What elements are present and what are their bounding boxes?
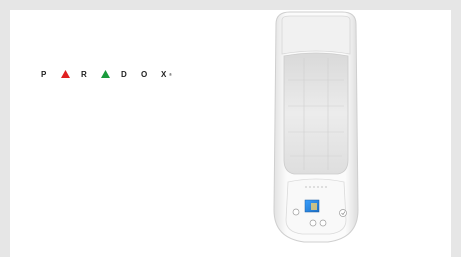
logo-letter-x: X (161, 69, 167, 79)
logo-letter-p: P (41, 69, 47, 79)
logo-letter-d: D (121, 69, 127, 79)
page-background: P R D O X ® (0, 0, 461, 257)
content-panel: P R D O X ® (10, 10, 451, 257)
logo-registered-mark: ® (169, 71, 172, 77)
logo-green-triangle-icon (101, 67, 121, 81)
logo-letter-o: O (141, 69, 148, 79)
paradox-logo: P R D O X ® (41, 67, 172, 81)
logo-letter-r: R (81, 69, 87, 79)
motion-detector-image (268, 10, 364, 243)
logo-red-triangle-icon (61, 67, 81, 81)
